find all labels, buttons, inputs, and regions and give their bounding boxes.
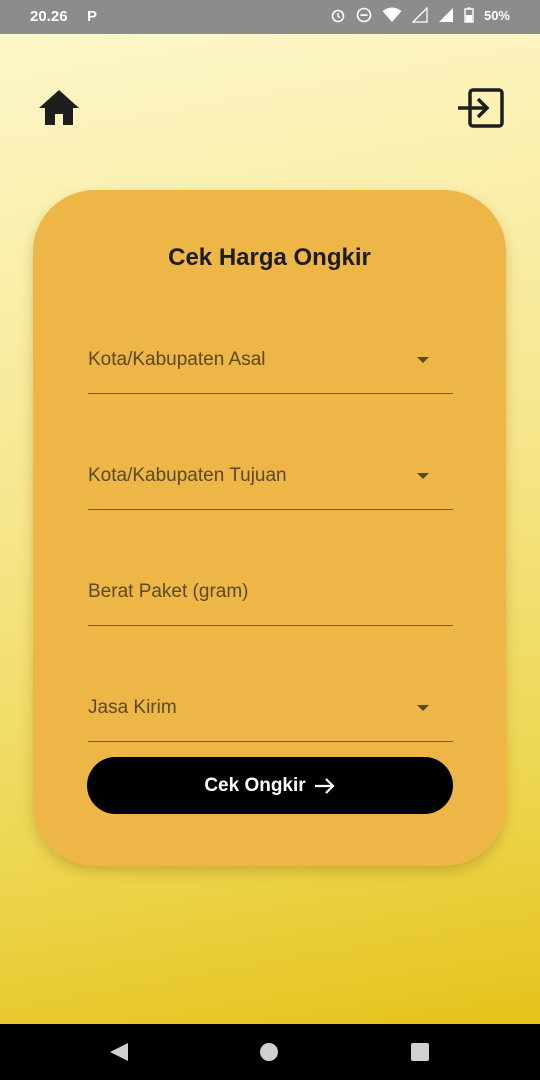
check-ongkir-button[interactable]: Cek Ongkir xyxy=(87,757,453,814)
status-bar: 20.26 P 50% xyxy=(0,0,540,34)
do-not-disturb-icon xyxy=(356,7,372,23)
chevron-down-icon xyxy=(417,357,429,363)
login-icon[interactable] xyxy=(456,88,504,133)
package-weight-input[interactable]: Berat Paket (gram) xyxy=(88,553,453,626)
card-title: Cek Harga Ongkir xyxy=(168,244,371,271)
app-screen: Cek Harga Ongkir Kota/Kabupaten Asal Kot… xyxy=(0,34,540,1024)
status-time: 20.26 xyxy=(30,8,68,25)
battery-percentage: 50% xyxy=(483,7,510,23)
origin-city-label: Kota/Kabupaten Asal xyxy=(88,349,266,370)
arrow-right-icon xyxy=(314,777,335,794)
ongkir-card: Cek Harga Ongkir Kota/Kabupaten Asal Kot… xyxy=(33,190,506,866)
notification-icon: P xyxy=(87,8,98,25)
courier-label: Jasa Kirim xyxy=(88,697,177,718)
alarm-icon xyxy=(331,9,345,23)
home-nav-icon[interactable] xyxy=(259,1042,279,1067)
recents-icon[interactable] xyxy=(410,1042,430,1067)
signal-icon xyxy=(411,7,428,23)
origin-city-dropdown[interactable]: Kota/Kabupaten Asal xyxy=(88,321,453,394)
back-icon[interactable] xyxy=(108,1042,130,1067)
courier-dropdown[interactable]: Jasa Kirim xyxy=(88,669,453,742)
signal-icon xyxy=(438,8,453,22)
chevron-down-icon xyxy=(417,705,429,711)
battery-icon xyxy=(464,7,474,23)
system-nav-bar xyxy=(0,1024,540,1080)
package-weight-label: Berat Paket (gram) xyxy=(88,581,249,602)
wifi-icon xyxy=(382,7,402,22)
check-ongkir-label: Cek Ongkir xyxy=(204,774,306,796)
home-icon[interactable] xyxy=(38,88,80,131)
chevron-down-icon xyxy=(417,473,429,479)
destination-city-label: Kota/Kabupaten Tujuan xyxy=(88,465,287,486)
status-icons: 50% xyxy=(330,7,510,23)
destination-city-dropdown[interactable]: Kota/Kabupaten Tujuan xyxy=(88,437,453,510)
